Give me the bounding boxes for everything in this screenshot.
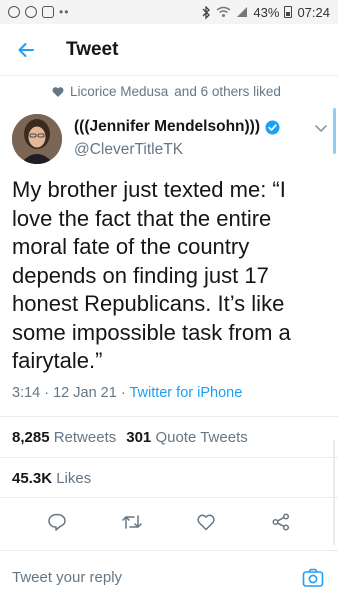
bluetooth-icon — [202, 5, 211, 19]
author-handle: @CleverTitleTK — [74, 141, 184, 158]
camera-icon — [302, 568, 324, 587]
gallery-icon — [42, 6, 54, 18]
retweets-count: 8,285 — [12, 429, 50, 446]
quotes-stat[interactable]: 301 Quote Tweets — [126, 429, 247, 446]
wifi-icon — [216, 6, 231, 17]
share-button[interactable] — [265, 506, 297, 538]
reply-button[interactable] — [41, 506, 73, 538]
tweet-source-link[interactable]: Twitter for iPhone — [129, 385, 242, 401]
likes-count: 45.3K — [12, 470, 53, 487]
retweets-stat[interactable]: 8,285 Retweets — [12, 429, 116, 446]
likes-stat[interactable]: 45.3K Likes — [12, 470, 91, 487]
page-title: Tweet — [66, 38, 119, 60]
status-notifications: •• — [8, 5, 69, 19]
heart-icon — [52, 86, 64, 97]
chevron-down-icon[interactable] — [313, 120, 329, 136]
clock: 07:24 — [297, 4, 330, 20]
status-system: 43% 07:24 — [201, 5, 330, 20]
quotes-count: 301 — [126, 429, 152, 446]
app-header: Tweet — [0, 24, 338, 76]
author-display-name: (((Jennifer Mendelsohn))) — [74, 118, 260, 135]
back-arrow-icon — [18, 42, 34, 57]
reply-bar: Tweet your reply — [0, 555, 338, 600]
scroll-indicator — [333, 108, 336, 154]
retweet-button[interactable] — [116, 506, 148, 538]
battery-percent: 43% — [253, 4, 280, 20]
like-button[interactable] — [190, 506, 222, 538]
tweet-text: My brother just texted me: “I love the f… — [12, 177, 291, 373]
more-notifications-icon: •• — [59, 5, 70, 19]
likes-label: Likes — [56, 470, 92, 487]
divider — [0, 497, 338, 498]
reply-icon — [48, 513, 66, 531]
divider — [0, 457, 338, 458]
tweet-meta: 3:14 · 12 Jan 21 · Twitter for iPhone — [12, 385, 242, 401]
social-context[interactable]: Licorice Medusa and 6 others liked — [52, 84, 281, 99]
camera-button[interactable] — [300, 565, 326, 591]
quotes-label: Quote Tweets — [155, 429, 248, 446]
retweets-label: Retweets — [53, 429, 117, 446]
notification-icon — [8, 6, 20, 18]
retweet-icon — [122, 515, 142, 529]
verified-badge-icon — [265, 119, 280, 135]
liked-by-name: Licorice Medusa — [70, 84, 169, 99]
scroll-track — [333, 440, 335, 545]
liked-by-suffix: and 6 others liked — [174, 84, 281, 99]
battery-icon — [284, 6, 293, 18]
avatar[interactable] — [12, 114, 62, 164]
divider — [0, 550, 338, 551]
signal-icon — [237, 7, 248, 17]
whatsapp-icon — [25, 6, 37, 18]
reply-input[interactable]: Tweet your reply — [12, 569, 122, 586]
back-button[interactable] — [0, 24, 52, 76]
divider — [0, 416, 338, 417]
tweet-actions — [0, 506, 338, 538]
status-bar: •• 43% 07:24 — [0, 0, 338, 24]
like-icon — [197, 514, 215, 531]
tweet-timestamp: 3:14 · 12 Jan 21 · — [12, 385, 130, 401]
avatar-image — [12, 114, 62, 164]
share-icon — [272, 513, 289, 531]
engagement-stats: 8,285 Retweets 301 Quote Tweets — [12, 429, 248, 446]
author-block[interactable]: (((Jennifer Mendelsohn))) @CleverTitleTK — [74, 118, 280, 159]
